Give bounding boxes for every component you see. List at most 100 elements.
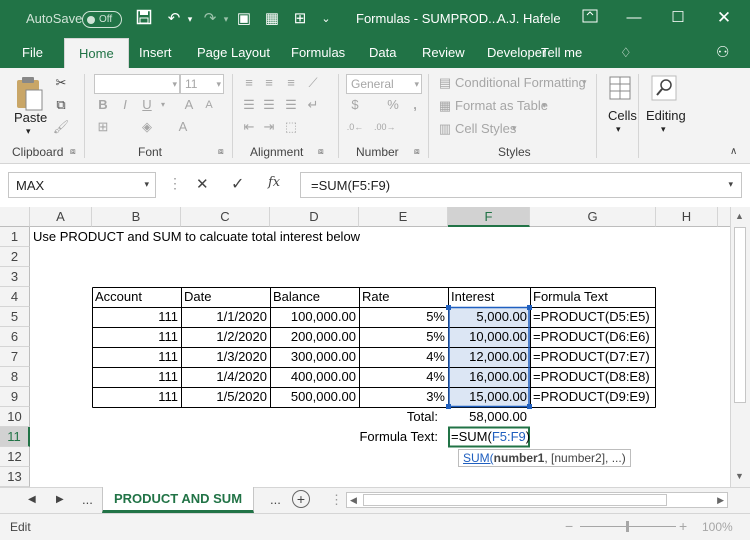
cell-account[interactable]: 111 <box>92 327 181 347</box>
user-name[interactable]: A.J. Hafele <box>497 11 561 26</box>
expand-formula-icon[interactable]: ▾ <box>728 179 733 190</box>
formula-input[interactable]: =SUM(F5:F9) ▾ <box>300 172 742 198</box>
total-label[interactable]: Total: <box>359 407 448 427</box>
cells-icon[interactable] <box>606 74 634 102</box>
cell-rate[interactable]: 4% <box>359 367 448 387</box>
tab-formulas[interactable]: Formulas <box>291 38 345 68</box>
maximize-button[interactable]: ☐ <box>658 4 698 32</box>
cell-account[interactable]: 111 <box>92 307 181 327</box>
cell-formula-text[interactable]: =PRODUCT(D7:E7) <box>530 347 650 367</box>
active-cell-editor[interactable]: =SUM(F5:F9) <box>448 427 530 447</box>
ribbon-display-icon[interactable] <box>580 9 600 29</box>
cell-formula-text[interactable]: =PRODUCT(D6:E6) <box>530 327 650 347</box>
tab-review[interactable]: Review <box>422 38 465 68</box>
cell-interest[interactable]: 12,000.00 <box>448 347 530 367</box>
vertical-scrollbar[interactable]: ▲ ▼ <box>730 207 750 487</box>
table-icon[interactable]: ▦ <box>262 9 282 29</box>
tab-split-grip-icon[interactable]: ⋮ <box>330 492 343 508</box>
cell-date[interactable]: 1/1/2020 <box>181 307 270 327</box>
header-interest[interactable]: Interest <box>448 287 494 307</box>
cell-a1[interactable]: Use PRODUCT and SUM to calcuate total in… <box>30 227 360 247</box>
tab-data[interactable]: Data <box>369 38 396 68</box>
total-value[interactable]: 58,000.00 <box>448 407 530 427</box>
number-launcher-icon[interactable]: ⧈ <box>414 146 420 157</box>
header-account[interactable]: Account <box>92 287 142 307</box>
header-formula-text[interactable]: Formula Text <box>530 287 608 307</box>
tab-page-layout[interactable]: Page Layout <box>197 38 270 68</box>
cell-date[interactable]: 1/3/2020 <box>181 347 270 367</box>
cell-balance[interactable]: 400,000.00 <box>270 367 359 387</box>
alignment-launcher-icon[interactable]: ⧈ <box>318 146 324 157</box>
insert-function-button[interactable]: fx <box>268 175 280 190</box>
cell-rate[interactable]: 4% <box>359 347 448 367</box>
cell-balance[interactable]: 300,000.00 <box>270 347 359 367</box>
cell-formula-text[interactable]: =PRODUCT(D8:E8) <box>530 367 650 387</box>
cell-formula-text[interactable]: =PRODUCT(D5:E5) <box>530 307 650 327</box>
tab-developer[interactable]: Tell me <box>541 38 582 68</box>
paste-button[interactable]: Paste <box>14 110 47 125</box>
previous-sheet-icon[interactable]: ◀ <box>28 494 36 505</box>
sheet-tab-product-and-sum[interactable]: PRODUCT AND SUM <box>102 487 254 513</box>
more-sheets-left[interactable]: ... <box>82 492 93 507</box>
cell-interest[interactable]: 10,000.00 <box>448 327 530 347</box>
horizontal-scrollbar[interactable]: ◀ ▶ <box>346 492 728 508</box>
cell-account[interactable]: 111 <box>92 367 181 387</box>
next-sheet-icon[interactable]: ▶ <box>56 494 64 505</box>
cell-balance[interactable]: 100,000.00 <box>270 307 359 327</box>
cell-date[interactable]: 1/4/2020 <box>181 367 270 387</box>
add-sheet-icon[interactable]: + <box>292 490 310 508</box>
form-icon[interactable]: ▣ <box>234 9 254 29</box>
name-box[interactable]: MAX ▾ <box>8 172 156 198</box>
formula-text-label[interactable]: Formula Text: <box>300 427 448 447</box>
paste-icon[interactable] <box>12 74 46 114</box>
more-sheets-right[interactable]: ... <box>270 492 281 507</box>
cell-interest[interactable]: 16,000.00 <box>448 367 530 387</box>
paste-dropdown-icon[interactable]: ▾ <box>26 126 31 137</box>
scroll-left-icon[interactable]: ◀ <box>350 493 357 507</box>
tab-home[interactable]: Home <box>64 38 129 68</box>
cell-rate[interactable]: 5% <box>359 327 448 347</box>
chevron-down-icon[interactable]: ▾ <box>661 124 666 135</box>
cut-icon[interactable]: ✂ <box>52 74 70 92</box>
minimize-button[interactable]: — <box>614 4 654 32</box>
vertical-scroll-thumb[interactable] <box>734 227 746 403</box>
cell-date[interactable]: 1/2/2020 <box>181 327 270 347</box>
collapse-ribbon-icon[interactable]: ∧ <box>730 146 737 157</box>
header-date[interactable]: Date <box>181 287 211 307</box>
grid-icon[interactable]: ⊞ <box>290 9 310 29</box>
copy-icon[interactable]: ⧉ <box>52 96 70 114</box>
enter-icon[interactable]: ✓ <box>231 174 244 194</box>
scroll-right-icon[interactable]: ▶ <box>717 493 724 507</box>
cell-interest[interactable]: 5,000.00 <box>448 307 530 327</box>
cell-formula-text[interactable]: =PRODUCT(D9:E9) <box>530 387 650 407</box>
tooltip-function-link[interactable]: SUM( <box>463 451 494 465</box>
search-icon[interactable] <box>650 74 678 102</box>
save-icon[interactable] <box>134 9 154 29</box>
editing-button[interactable]: Editing <box>646 108 686 123</box>
customize-toolbar-icon[interactable]: ⌄ <box>316 9 336 29</box>
share-icon[interactable]: ⚇ <box>716 38 729 68</box>
tab-insert[interactable]: Insert <box>139 38 172 68</box>
close-button[interactable]: ✕ <box>704 4 744 32</box>
cell-account[interactable]: 111 <box>92 347 181 367</box>
worksheet-grid[interactable]: A B C D E F G H 1 2 3 4 5 6 7 8 9 10 11 … <box>0 207 750 487</box>
chevron-down-icon[interactable]: ▾ <box>144 179 149 190</box>
scroll-down-icon[interactable]: ▼ <box>735 471 744 481</box>
tab-file[interactable]: File <box>22 38 43 68</box>
tab-view[interactable]: Developer <box>487 38 546 68</box>
undo-dropdown-icon[interactable]: ▾ <box>180 9 200 29</box>
cancel-icon[interactable]: ✕ <box>196 175 209 193</box>
header-rate[interactable]: Rate <box>359 287 389 307</box>
chevron-down-icon[interactable]: ▾ <box>616 124 621 135</box>
horizontal-scroll-thumb[interactable] <box>363 494 667 506</box>
header-balance[interactable]: Balance <box>270 287 320 307</box>
scroll-up-icon[interactable]: ▲ <box>735 211 744 221</box>
cell-rate[interactable]: 5% <box>359 307 448 327</box>
cell-account[interactable]: 111 <box>92 387 181 407</box>
cell-balance[interactable]: 200,000.00 <box>270 327 359 347</box>
cells-button[interactable]: Cells <box>608 108 637 123</box>
font-launcher-icon[interactable]: ⧈ <box>218 146 224 157</box>
clipboard-launcher-icon[interactable]: ⧈ <box>70 146 76 157</box>
cell-rate[interactable]: 3% <box>359 387 448 407</box>
cell-balance[interactable]: 500,000.00 <box>270 387 359 407</box>
